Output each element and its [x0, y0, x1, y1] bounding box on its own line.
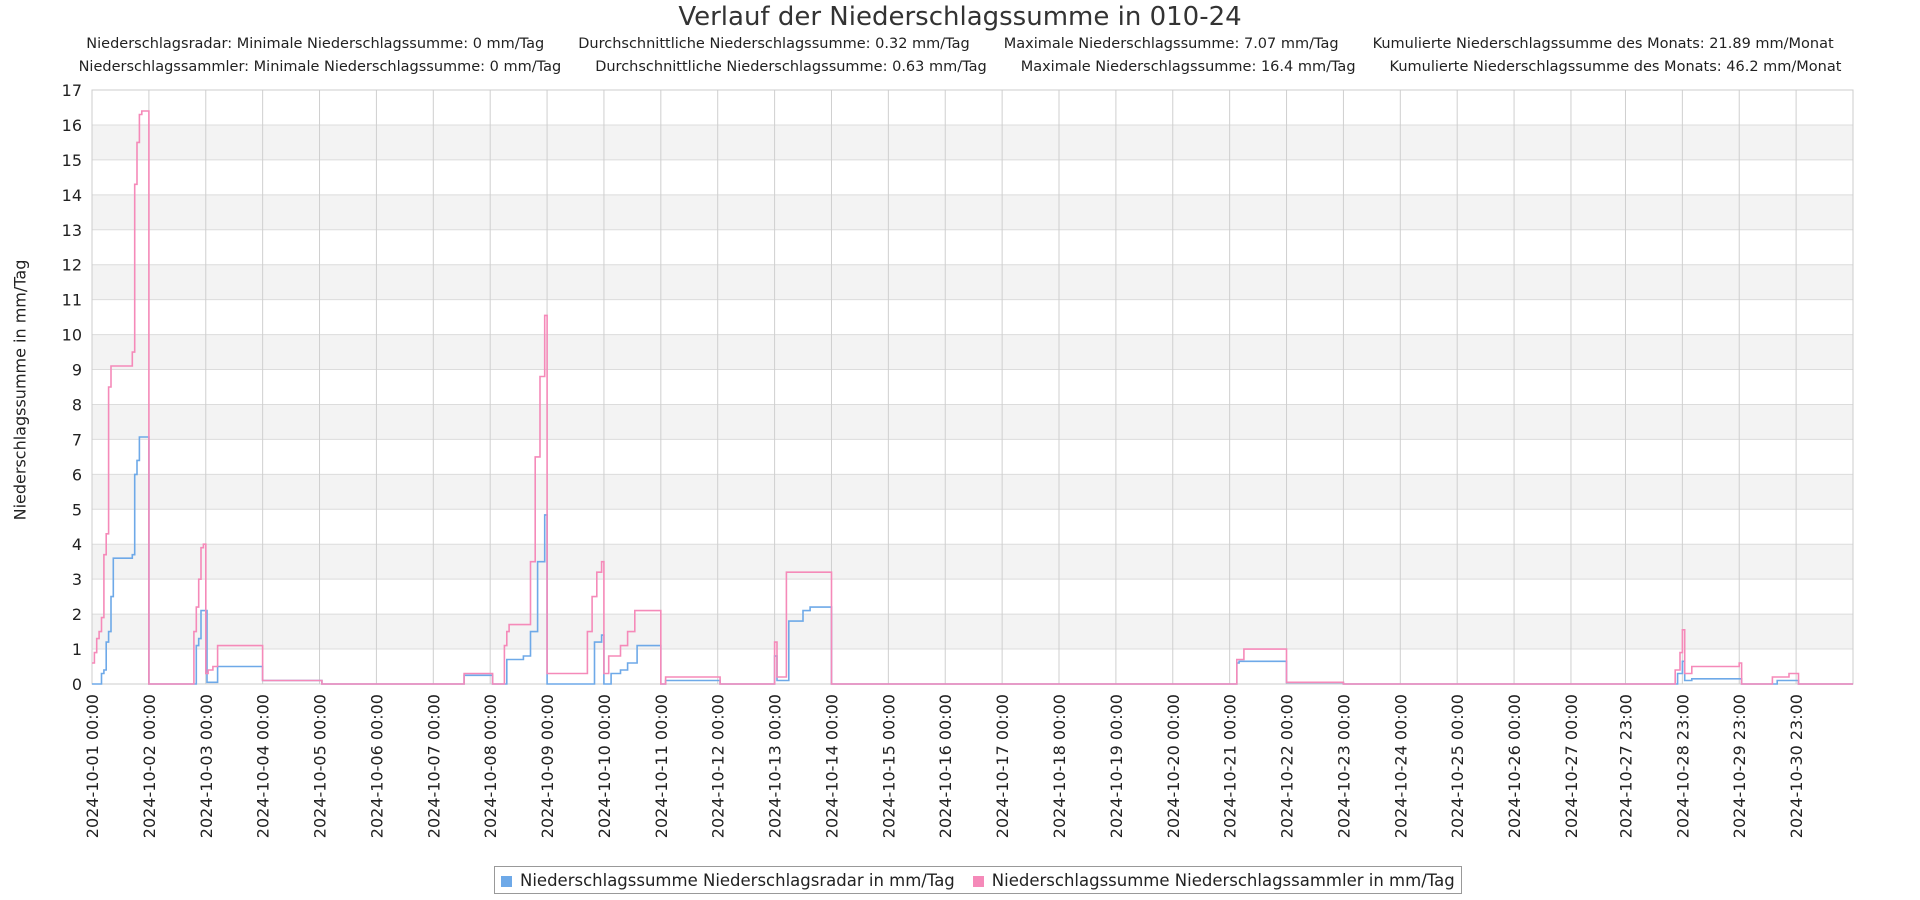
grid-band: [92, 404, 1853, 440]
x-tick-label: 2024-10-12 00:00: [709, 694, 728, 838]
y-tick-label: 15: [62, 151, 82, 170]
y-tick-label: 13: [62, 221, 82, 240]
y-tick-label: 5: [72, 500, 82, 519]
x-tick-label: 2024-10-18 00:00: [1050, 694, 1069, 838]
x-tick-label: 2024-10-23 00:00: [1334, 694, 1353, 838]
plot-area: 012345678910111213141516172024-10-01 00:…: [62, 81, 1854, 838]
y-tick-label: 1: [72, 640, 82, 659]
x-tick-label: 2024-10-10 00:00: [595, 694, 614, 838]
x-tick-label: 2024-10-26 00:00: [1505, 694, 1524, 838]
x-tick-label: 2024-10-11 00:00: [652, 694, 671, 838]
x-tick-label: 2024-10-20 00:00: [1164, 694, 1183, 838]
y-tick-label: 3: [72, 570, 82, 589]
grid-band: [92, 544, 1853, 580]
x-tick-label: 2024-10-17 00:00: [993, 694, 1012, 838]
y-tick-label: 11: [62, 291, 82, 310]
x-tick-label: 2024-10-21 00:00: [1221, 694, 1240, 838]
x-tick-label: 2024-10-08 00:00: [481, 694, 500, 838]
y-tick-label: 9: [72, 361, 82, 380]
y-tick-label: 14: [62, 186, 82, 205]
grid-band: [92, 124, 1853, 160]
y-tick-label: 8: [72, 395, 82, 414]
grid-band: [92, 264, 1853, 300]
x-tick-label: 2024-10-16 00:00: [936, 694, 955, 838]
legend-item-radar[interactable]: Niederschlagssumme Niederschlagsradar in…: [501, 871, 955, 890]
x-tick-label: 2024-10-28 23:00: [1673, 694, 1692, 838]
legend-label-sammler: Niederschlagssumme Niederschlagssammler …: [991, 870, 1455, 890]
y-tick-label: 0: [72, 675, 82, 694]
legend-swatch-sammler: [972, 876, 984, 887]
x-tick-label: 2024-10-14 00:00: [822, 694, 841, 838]
legend-item-sammler[interactable]: Niederschlagssumme Niederschlagssammler …: [972, 870, 1455, 890]
x-tick-label: 2024-10-25 00:00: [1448, 694, 1467, 838]
x-tick-label: 2024-10-29 23:00: [1730, 694, 1749, 838]
y-tick-label: 17: [62, 81, 82, 100]
grid-band: [92, 334, 1853, 370]
x-tick-label: 2024-10-24 00:00: [1391, 694, 1410, 838]
grid-band: [92, 194, 1853, 230]
x-tick-label: 2024-10-05 00:00: [311, 694, 330, 838]
y-tick-label: 6: [72, 465, 82, 484]
x-tick-label: 2024-10-03 00:00: [197, 694, 216, 838]
grid-band: [92, 474, 1853, 510]
grid-band: [92, 614, 1853, 650]
x-tick-label: 2024-10-27 23:00: [1616, 694, 1635, 838]
y-tick-label: 4: [72, 535, 82, 554]
x-tick-label: 2024-10-07 00:00: [424, 694, 443, 838]
legend-label-radar: Niederschlagssumme Niederschlagsradar in…: [520, 870, 955, 890]
x-tick-label: 2024-10-06 00:00: [367, 694, 386, 838]
y-tick-label: 7: [72, 430, 82, 449]
y-tick-label: 10: [62, 326, 82, 345]
x-tick-label: 2024-10-01 00:00: [83, 694, 102, 838]
plot-border: [91, 89, 1854, 685]
legend-swatch-radar: [501, 876, 512, 887]
y-tick-label: 2: [72, 605, 82, 624]
x-tick-label: 2024-10-27 00:00: [1562, 694, 1581, 838]
x-tick-label: 2024-10-15 00:00: [879, 694, 898, 838]
y-tick-label: 16: [62, 116, 82, 135]
x-tick-label: 2024-10-02 00:00: [140, 694, 159, 838]
x-tick-label: 2024-10-22 00:00: [1278, 694, 1297, 838]
x-tick-label: 2024-10-13 00:00: [766, 694, 785, 838]
x-tick-label: 2024-10-19 00:00: [1107, 694, 1126, 838]
x-tick-label: 2024-10-30 23:00: [1787, 694, 1806, 838]
x-tick-label: 2024-10-04 00:00: [254, 694, 273, 838]
x-tick-label: 2024-10-09 00:00: [538, 694, 557, 838]
y-tick-label: 12: [62, 256, 82, 275]
chart-legend: Niederschlagssumme Niederschlagsradar in…: [494, 866, 1462, 894]
